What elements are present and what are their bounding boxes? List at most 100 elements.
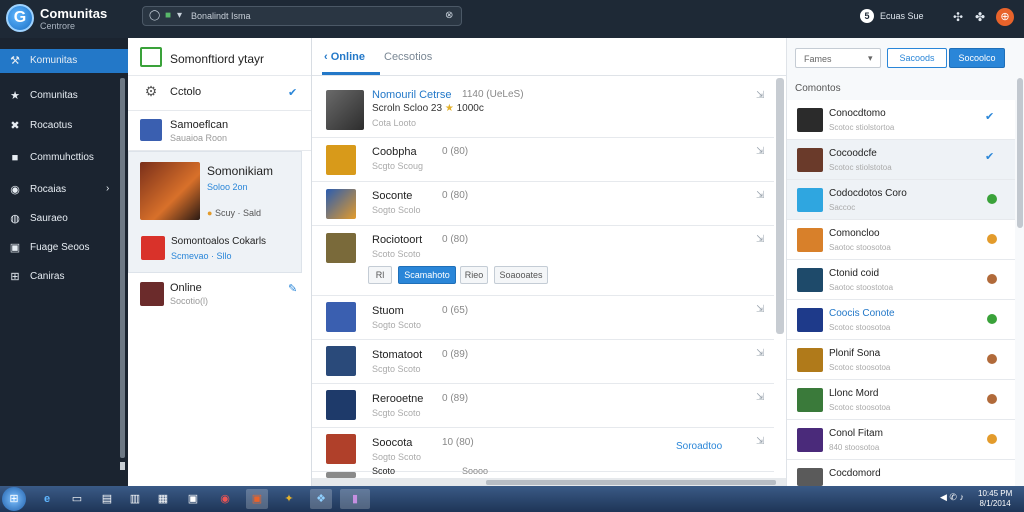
pin-icon[interactable]: ⇲ [756,190,764,201]
nav-item-rocaias[interactable]: ◉ Rocaias › [0,178,128,202]
media-icon[interactable]: ▦ [152,489,174,509]
feed-sub: Scroln Scloo 23 ★ 1000c [372,103,484,114]
friend-status: Scmevao · Sllo [171,251,232,261]
feed-hscrollbar-thumb[interactable] [486,480,776,485]
friends-header: Somonftiord ytayr [128,38,311,76]
nav-item-label: Sauraeo [30,213,68,224]
folder-icon[interactable]: ▭ [66,489,88,509]
feed-link[interactable]: Soroadtoo [676,441,722,452]
pin-icon[interactable]: ⇲ [756,392,764,403]
list-item[interactable]: Codocdotos Coro Saccoc [787,180,1015,220]
files-icon[interactable]: ▤ [96,489,118,509]
feed-name: Nomouril Cetrse [372,89,452,101]
feed-scrollbar[interactable] [776,78,784,334]
start-button[interactable]: ⊞ [2,487,26,511]
pin-icon[interactable]: ⇲ [756,348,764,359]
feed-row[interactable]: Rerooetne 0 (89) Scgto Scoto ⇲ [312,384,774,428]
pin-icon[interactable]: ⇲ [756,146,764,157]
chevron-down-icon: ▾ [868,53,873,63]
app-subtitle: Centrore [40,21,76,31]
app-logo-icon[interactable]: G [6,4,34,32]
nav-item-rocaotus[interactable]: ✖ Rocaotus [0,114,128,138]
avatar [326,90,364,130]
feed-row[interactable]: Stuom 0 (65) Sogto Scoto ⇲ [312,296,774,340]
nav-item-komunitas[interactable]: ⚒ Komunitas [0,49,128,73]
feed-count: 0 (89) [442,349,469,360]
small-button[interactable]: Rl [368,266,392,284]
search-input[interactable]: Bonalindt Isma [191,11,251,21]
media-player-icon[interactable]: ▮ [340,489,370,509]
secondary-button[interactable]: Sacoods [887,48,947,68]
list-item[interactable]: Llonc Mord Scotoc stoosotoa [787,380,1015,420]
friend-item[interactable]: Samoeflcan Sauaioa Roon [128,111,311,151]
list-item[interactable]: Plonif Sona Scotoc stoosotoa [787,340,1015,380]
feed-row[interactable]: Coobpha 0 (80) Scgto Scoug ⇲ [312,138,774,182]
user-avatar[interactable]: ⊕ [996,8,1014,26]
game-icon[interactable]: ✦ [278,489,300,509]
nav-item-comunitas[interactable]: ★ Comunitas [0,84,128,108]
avatar [797,188,823,212]
edit-icon[interactable]: ✎ [288,282,297,295]
small-button[interactable]: Soaooates [494,266,548,284]
nav-item-commuhcttios[interactable]: ■ Commuhcttios [0,146,128,170]
clock[interactable]: 10:45 PM 8/1/2014 [978,489,1012,509]
community-app-icon[interactable]: ▣ [246,489,268,509]
friend-item[interactable]: Online Socotio(l) ✎ [128,276,311,316]
system-tray[interactable]: ◀ ✆ ♪ [940,492,964,503]
network-icon[interactable]: ❖ [310,489,332,509]
browser-icon[interactable]: e [36,489,58,509]
check-icon: ✔ [985,111,995,123]
feed-row[interactable]: Rociotoort 0 (80) Scoto Scoto ⇲ Rl Scama… [312,226,774,296]
avatar [326,189,356,219]
edit-icon[interactable]: ✔ [288,86,297,99]
list-item[interactable]: Conol Fitam 840 stoosotoa [787,420,1015,460]
primary-button[interactable]: Socoolco [949,48,1005,68]
pin-icon[interactable]: ⇲ [756,436,764,447]
nav-item-caniras[interactable]: ⊞ Caniras [0,265,128,289]
app-icon[interactable]: ◉ [214,489,236,509]
feed-row[interactable]: Soconte 0 (80) Sogto Scolo ⇲ [312,182,774,226]
friends-icon[interactable]: ✤ [972,9,988,25]
controller-icon[interactable]: ✣ [950,9,966,25]
feed-name: Soconte [372,190,413,202]
feed-count: 0 (80) [442,146,469,157]
right-panel-scrollbar[interactable] [1017,78,1023,228]
gallery-icon[interactable]: ▥ [124,489,146,509]
pin-icon[interactable]: ⇲ [756,234,764,245]
filter-dropdown[interactable]: Fames ▾ [795,48,881,68]
nav-item-fuage-seoos[interactable]: ▣ Fuage Seoos [0,236,128,260]
list-item[interactable]: Conocdtomo Scotoc stiolstortoa ✔ [787,100,1015,140]
search-box[interactable]: ◯ ■ ▾ Bonalindt Isma ⊗ [142,6,462,26]
nav-item-label: Commuhcttios [30,152,94,163]
feed-row[interactable]: Nomouril Cetrse 1140 (UeLeS) Scroln Sclo… [312,82,774,138]
avatar [326,302,356,332]
main-feed: ‹ Online Cecsotios Nomouril Cetrse 1140 … [312,38,786,486]
primary-button[interactable]: Scamahoto [398,266,456,284]
list-item[interactable]: Comoncloo Saotoc stoosotoa [787,220,1015,260]
busy-status-icon [987,274,997,284]
pin-icon[interactable]: ⇲ [756,304,764,315]
tab-online[interactable]: ‹ Online [324,51,365,63]
feed-row[interactable]: Stomatoot 0 (89) Scgto Scoto ⇲ [312,340,774,384]
nav-item-label: Comunitas [30,90,78,101]
list-item[interactable]: Cocoodcfe Scotoc stiolstotoa ✔ [787,140,1015,180]
item-name: Codocdotos Coro [829,188,907,199]
feed-count: 0 (80) [442,190,469,201]
nav-scrollbar[interactable] [120,78,125,458]
list-item[interactable]: Coocis Conote Scotoc stoosotoa [787,300,1015,340]
nav-item-sauraeo[interactable]: ◍ Sauraeo [0,207,128,231]
friend-item[interactable]: ⚙ Cctolo ✔ [128,76,311,111]
nav-item-label: Rocaias [30,184,67,195]
list-item[interactable]: Cocdomord [787,460,1015,486]
item-name: Comoncloo [829,228,880,239]
friend-selected-card[interactable]: Somonikiam Soloo 2on ● Scuy · Sald Somon… [128,151,302,273]
pin-icon[interactable]: ⇲ [756,90,764,101]
clear-icon[interactable]: ⊗ [445,10,453,21]
list-item[interactable]: Ctonid coid Saotoc stoostotoa [787,260,1015,300]
coin-icon: ● [207,208,213,218]
nav-scrollbar-end[interactable] [120,462,125,470]
tab-cecsotios[interactable]: Cecsotios [384,51,432,63]
ie-icon[interactable]: ▣ [182,489,204,509]
notification-badge[interactable]: 5 [860,9,874,23]
small-button[interactable]: Rieo [460,266,488,284]
